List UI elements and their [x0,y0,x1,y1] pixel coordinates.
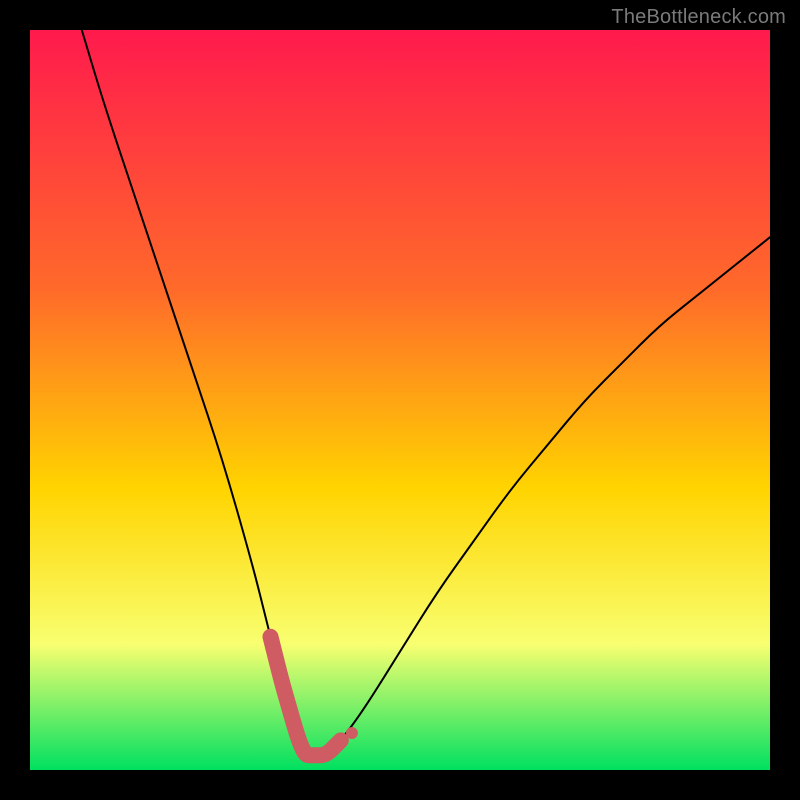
plot-area [30,30,770,770]
highlight-marker [346,727,358,739]
chart-frame: TheBottleneck.com [0,0,800,800]
gradient-background [30,30,770,770]
watermark-text: TheBottleneck.com [611,6,786,29]
chart-svg [30,30,770,770]
